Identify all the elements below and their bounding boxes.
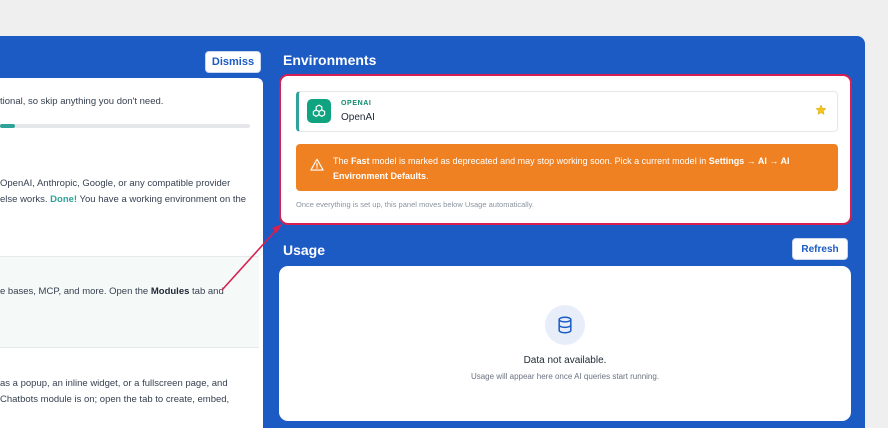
- step2-line1a: e bases, MCP, and more. Open the: [0, 286, 151, 297]
- usage-card: Data not available. Usage will appear he…: [279, 266, 851, 421]
- step-modules-box: e bases, MCP, and more. Open the Modules…: [0, 256, 259, 348]
- usage-title: Usage: [283, 242, 326, 258]
- database-icon: [545, 305, 585, 345]
- usage-empty-title: Data not available.: [523, 355, 607, 366]
- step3-line2: Chatbots module is on; open the tab to c…: [0, 394, 230, 405]
- step3-line1: as a popup, an inline widget, or a fulls…: [0, 378, 228, 389]
- environments-card: OPENAI OpenAI The Fast model is marked a…: [279, 74, 852, 225]
- openai-logo-icon: [307, 99, 331, 123]
- provider-name: OpenAI: [341, 112, 375, 123]
- onboarding-progress-fill: [0, 124, 15, 128]
- step2-line1b: tab and: [189, 286, 224, 297]
- environment-item-openai[interactable]: OPENAI OpenAI: [296, 91, 838, 132]
- step1-line2b: You have a working environment on the: [77, 194, 247, 205]
- refresh-button[interactable]: Refresh: [792, 238, 848, 260]
- onboarding-card: tional, so skip anything you don't need.…: [0, 78, 263, 428]
- environments-title: Environments: [283, 52, 377, 68]
- usage-empty-hint: Usage will appear here once AI queries s…: [470, 372, 660, 381]
- warning-text-a: The: [333, 156, 352, 166]
- warning-icon: [310, 158, 324, 171]
- step-environment-text: OpenAI, Anthropic, Google, or any compat…: [0, 176, 250, 208]
- step1-line2a: else works.: [0, 194, 51, 205]
- step1-done-badge: Done!: [50, 194, 78, 205]
- onboarding-intro: tional, so skip anything you don't need.: [0, 96, 164, 107]
- step2-modules-label: Modules: [150, 286, 190, 297]
- star-icon[interactable]: [815, 104, 827, 116]
- warning-text-c: .: [426, 171, 429, 181]
- dismiss-button[interactable]: Dismiss: [205, 51, 261, 73]
- provider-type-label: OPENAI: [341, 100, 372, 107]
- step-modules-text: e bases, MCP, and more. Open the Modules…: [0, 284, 250, 300]
- deprecation-warning: The Fast model is marked as deprecated a…: [296, 144, 838, 191]
- step1-line1: OpenAI, Anthropic, Google, or any compat…: [0, 178, 231, 189]
- warning-text-b: model is marked as deprecated and may st…: [369, 156, 709, 166]
- warning-model-name: Fast: [351, 156, 370, 166]
- onboarding-progress: [0, 124, 250, 128]
- step-chatbots-text: as a popup, an inline widget, or a fulls…: [0, 376, 250, 408]
- warning-message: The Fast model is marked as deprecated a…: [333, 154, 828, 184]
- environments-note: Once everything is set up, this panel mo…: [296, 200, 534, 209]
